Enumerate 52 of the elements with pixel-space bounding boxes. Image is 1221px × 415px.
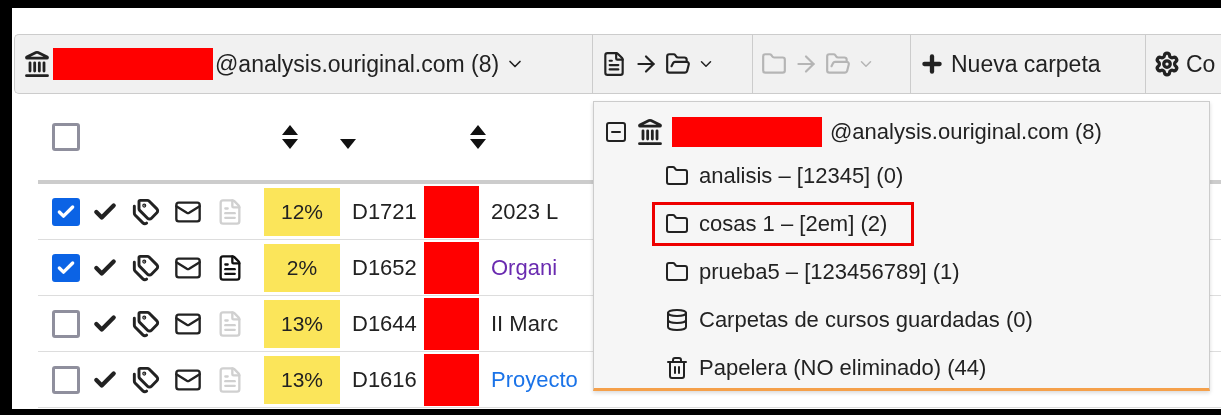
document-icon xyxy=(601,51,627,77)
folder-icon xyxy=(665,212,689,236)
document-title: II Marc xyxy=(490,310,559,337)
folder-icon xyxy=(825,51,851,77)
folder-icon xyxy=(665,51,691,77)
sort-icon[interactable] xyxy=(281,124,299,150)
score-cell: 13% xyxy=(264,355,340,404)
score-cell: 13% xyxy=(264,299,340,348)
select-all-checkbox[interactable] xyxy=(52,123,80,151)
score-cell: 2% xyxy=(264,243,340,292)
folder-menu-item[interactable]: Papelera (NO eliminado) (44) xyxy=(652,346,1014,390)
document-title: 2023 L xyxy=(490,198,559,225)
folder-icon xyxy=(665,164,689,188)
settings-icon xyxy=(1154,51,1180,77)
bank-icon xyxy=(23,50,51,78)
row-checkbox[interactable] xyxy=(52,197,80,226)
bank-icon xyxy=(636,118,664,146)
redaction-mark xyxy=(424,185,479,238)
redaction-mark xyxy=(424,353,479,406)
folder-menu-item[interactable]: Carpetas de cursos guardadas (0) xyxy=(652,298,1060,342)
redaction-mark xyxy=(424,241,479,294)
folder-menu-item[interactable]: prueba5 – [123456789] (1) xyxy=(652,250,987,294)
tags-icon[interactable] xyxy=(132,197,160,226)
account-label: @analysis.ouriginal.com (8) xyxy=(215,50,500,78)
document-id: D1616 xyxy=(351,366,418,393)
collapse-icon[interactable] xyxy=(604,120,628,144)
row-checkbox[interactable] xyxy=(52,365,80,394)
sort-icon[interactable] xyxy=(469,124,487,150)
sort-descending-icon[interactable] xyxy=(339,138,357,150)
tags-icon[interactable] xyxy=(132,253,160,282)
document-link[interactable]: Proyecto xyxy=(479,366,578,393)
document-id: D1644 xyxy=(351,310,418,337)
document-id: D1721 xyxy=(351,198,418,225)
account-label[interactable]: @analysis.ouriginal.com (8) xyxy=(830,119,1102,145)
redaction-mark xyxy=(424,297,479,350)
document-link[interactable]: Organi xyxy=(479,254,558,281)
document-id: D1652 xyxy=(351,254,418,281)
trash-icon xyxy=(665,356,689,380)
folder-menu-item[interactable]: analisis – [12345] (0) xyxy=(652,154,931,198)
tags-icon[interactable] xyxy=(132,309,160,338)
row-checkbox[interactable] xyxy=(52,309,80,338)
new-folder-button[interactable]: Nueva carpeta xyxy=(911,35,1146,93)
settings-button[interactable]: Co xyxy=(1146,35,1221,93)
row-checkbox[interactable] xyxy=(52,253,80,282)
folder-menu-item[interactable]: cosas 1 – [2em] (2) xyxy=(652,202,915,246)
folder-icon xyxy=(665,260,689,284)
plus-icon xyxy=(919,51,945,77)
folder-icon xyxy=(761,51,787,77)
score-cell: 12% xyxy=(264,187,340,236)
account-selector[interactable]: @analysis.ouriginal.com (8) xyxy=(15,35,593,93)
database-icon xyxy=(665,308,689,332)
tags-icon[interactable] xyxy=(132,365,160,394)
